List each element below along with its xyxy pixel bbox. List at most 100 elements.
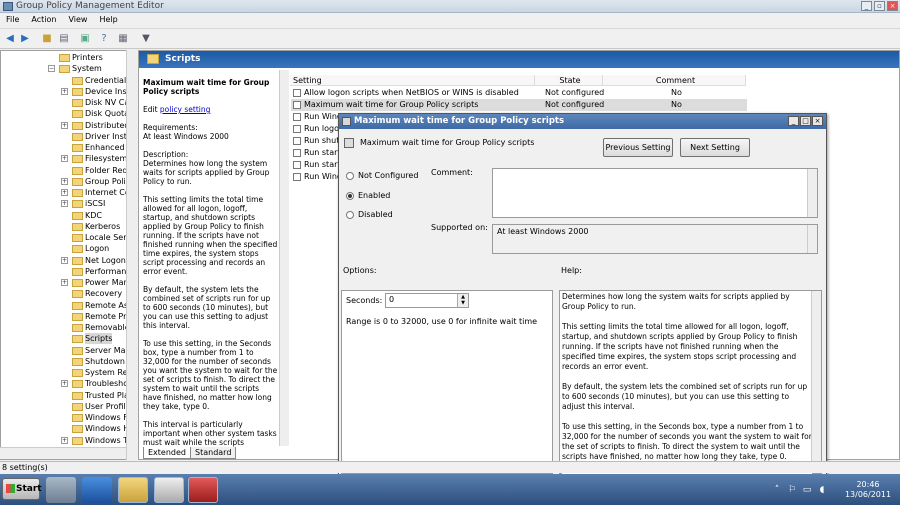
folder-icon	[72, 155, 83, 164]
tree-item[interactable]: Windows Fil	[1, 412, 136, 423]
network-icon[interactable]: ▭	[802, 485, 812, 495]
close-icon[interactable]: ×	[887, 1, 898, 11]
column-state[interactable]: State	[535, 75, 603, 86]
previous-setting-button[interactable]: Previous Setting	[603, 138, 673, 157]
tree-item[interactable]: Windows Ho	[1, 423, 136, 434]
dialog-minimize-icon[interactable]: _	[788, 116, 799, 126]
expand-toggle-icon[interactable]: +	[61, 189, 68, 196]
seconds-spinner[interactable]: ▲ ▼	[457, 294, 468, 307]
help-icon[interactable]: ?	[97, 32, 111, 45]
tree-item[interactable]: Server Man	[1, 345, 136, 356]
policy-icon	[344, 138, 354, 148]
gpme-taskbar-icon[interactable]	[188, 477, 218, 503]
tree-item[interactable]: + Filesystem	[1, 153, 136, 164]
tree-item[interactable]: + Net Logon	[1, 255, 136, 266]
menu-help[interactable]: Help	[93, 13, 123, 24]
explorer-icon[interactable]	[118, 477, 148, 503]
minimize-icon[interactable]: _	[861, 1, 872, 11]
properties-icon[interactable]: ▦	[116, 32, 130, 45]
back-icon[interactable]: ◀	[3, 32, 17, 45]
tree-item[interactable]: Shutdown C	[1, 356, 136, 367]
start-button[interactable]: Start	[2, 478, 42, 500]
powershell-icon[interactable]	[82, 477, 112, 503]
tree-item[interactable]: + Troublesho	[1, 378, 136, 389]
menu-action[interactable]: Action	[25, 13, 62, 24]
expand-toggle-icon[interactable]: +	[61, 87, 68, 95]
expand-toggle-icon[interactable]: +	[61, 380, 68, 388]
expand-toggle-icon[interactable]: +	[61, 121, 68, 129]
menu-view[interactable]: View	[62, 13, 93, 24]
list-row[interactable]: Maximum wait time for Group Policy scrip…	[291, 99, 747, 111]
tree-item[interactable]: Locale Serv	[1, 232, 136, 243]
tree-item[interactable]: Remote Pro	[1, 311, 136, 322]
tree-item[interactable]: Trusted Pla	[1, 390, 136, 401]
action-center-icon[interactable]: ⚐	[787, 485, 797, 495]
edit-policy-link[interactable]: policy setting	[160, 105, 210, 114]
tree-item[interactable]: Scripts	[1, 333, 136, 345]
tree-item[interactable]: + Group Polic	[1, 176, 136, 187]
tree-item[interactable]: Logon	[1, 243, 136, 254]
forward-icon[interactable]: ▶	[18, 32, 32, 45]
tree-vertical-scrollbar[interactable]	[126, 50, 137, 460]
tree-item[interactable]: Credentials	[1, 75, 136, 86]
expand-toggle-icon[interactable]: +	[61, 279, 68, 286]
tree-item[interactable]: System Res	[1, 367, 136, 378]
column-comment[interactable]: Comment	[603, 75, 746, 86]
filter-icon[interactable]: ▼	[139, 32, 153, 45]
export-icon[interactable]: ▣	[78, 32, 92, 45]
tree-item[interactable]: Remote Ass	[1, 300, 136, 311]
radio-enabled[interactable]	[346, 192, 354, 200]
expand-toggle-icon[interactable]: +	[61, 155, 68, 163]
tab-standard[interactable]: Standard	[190, 447, 237, 459]
expand-toggle-icon[interactable]: −	[48, 65, 55, 73]
tree-item[interactable]: Kerberos	[1, 221, 136, 232]
expand-toggle-icon[interactable]: +	[61, 256, 68, 264]
show-hide-tree-icon[interactable]: ▤	[57, 32, 71, 45]
help-scrollbar[interactable]	[811, 291, 821, 473]
column-setting[interactable]: Setting	[290, 75, 535, 86]
list-row[interactable]: Allow logon scripts when NetBIOS or WINS…	[291, 87, 747, 99]
expand-toggle-icon[interactable]: +	[61, 436, 68, 444]
tree-item[interactable]: + Device Insta	[1, 86, 136, 97]
tree-item[interactable]: Removable	[1, 322, 136, 333]
show-hidden-icons[interactable]: ˄	[772, 485, 782, 495]
radio-not-configured[interactable]	[346, 172, 354, 180]
radio-disabled[interactable]	[346, 211, 354, 219]
server-manager-icon[interactable]	[46, 477, 76, 503]
supported-scrollbar[interactable]	[807, 225, 817, 253]
expand-toggle-icon[interactable]: +	[61, 200, 68, 208]
menu-bar: File Action View Help	[0, 13, 900, 29]
tree-item[interactable]: User Profile	[1, 401, 136, 412]
tree-item[interactable]: − System	[1, 63, 136, 74]
tree-item[interactable]: + Distributed	[1, 120, 136, 131]
up-folder-icon[interactable]: ■	[40, 32, 54, 45]
tree-item[interactable]: Folder Redir	[1, 165, 136, 176]
tree-item[interactable]: + Windows Ti	[1, 435, 136, 446]
tree-item[interactable]: Driver Insta	[1, 131, 136, 142]
tree-item[interactable]: Disk Quotas	[1, 108, 136, 119]
tree-item[interactable]: KDC	[1, 210, 136, 221]
expand-toggle-icon[interactable]: +	[61, 177, 68, 185]
clock[interactable]: 20:46 13/06/2011	[838, 480, 898, 502]
tree-item[interactable]: Performanc	[1, 266, 136, 277]
tree-item[interactable]: Enhanced S	[1, 142, 136, 153]
tree-item[interactable]: Disk NV Cac	[1, 97, 136, 108]
description-scrollbar[interactable]	[279, 70, 289, 446]
comment-textarea[interactable]	[492, 168, 818, 218]
group-policy-management-icon[interactable]	[154, 477, 184, 503]
tree-item[interactable]: + Power Mana	[1, 277, 136, 288]
menu-file[interactable]: File	[0, 13, 25, 24]
tree-item[interactable]: + iSCSI	[1, 198, 136, 209]
tree-item-label: Windows Ti	[85, 435, 131, 445]
tree-horizontal-scrollbar[interactable]	[0, 447, 126, 459]
tree-item[interactable]: + Internet Co	[1, 187, 136, 198]
tree-item[interactable]: Recovery	[1, 288, 136, 299]
restore-icon[interactable]: ▫	[874, 1, 885, 11]
dialog-maximize-icon[interactable]: □	[800, 116, 811, 126]
dialog-close-icon[interactable]: ×	[812, 116, 823, 126]
comment-scrollbar[interactable]	[807, 169, 817, 217]
next-setting-button[interactable]: Next Setting	[680, 138, 750, 157]
volume-icon[interactable]: ◖	[817, 485, 827, 495]
tab-extended[interactable]: Extended	[143, 447, 191, 459]
tree-item[interactable]: Printers	[1, 52, 136, 63]
